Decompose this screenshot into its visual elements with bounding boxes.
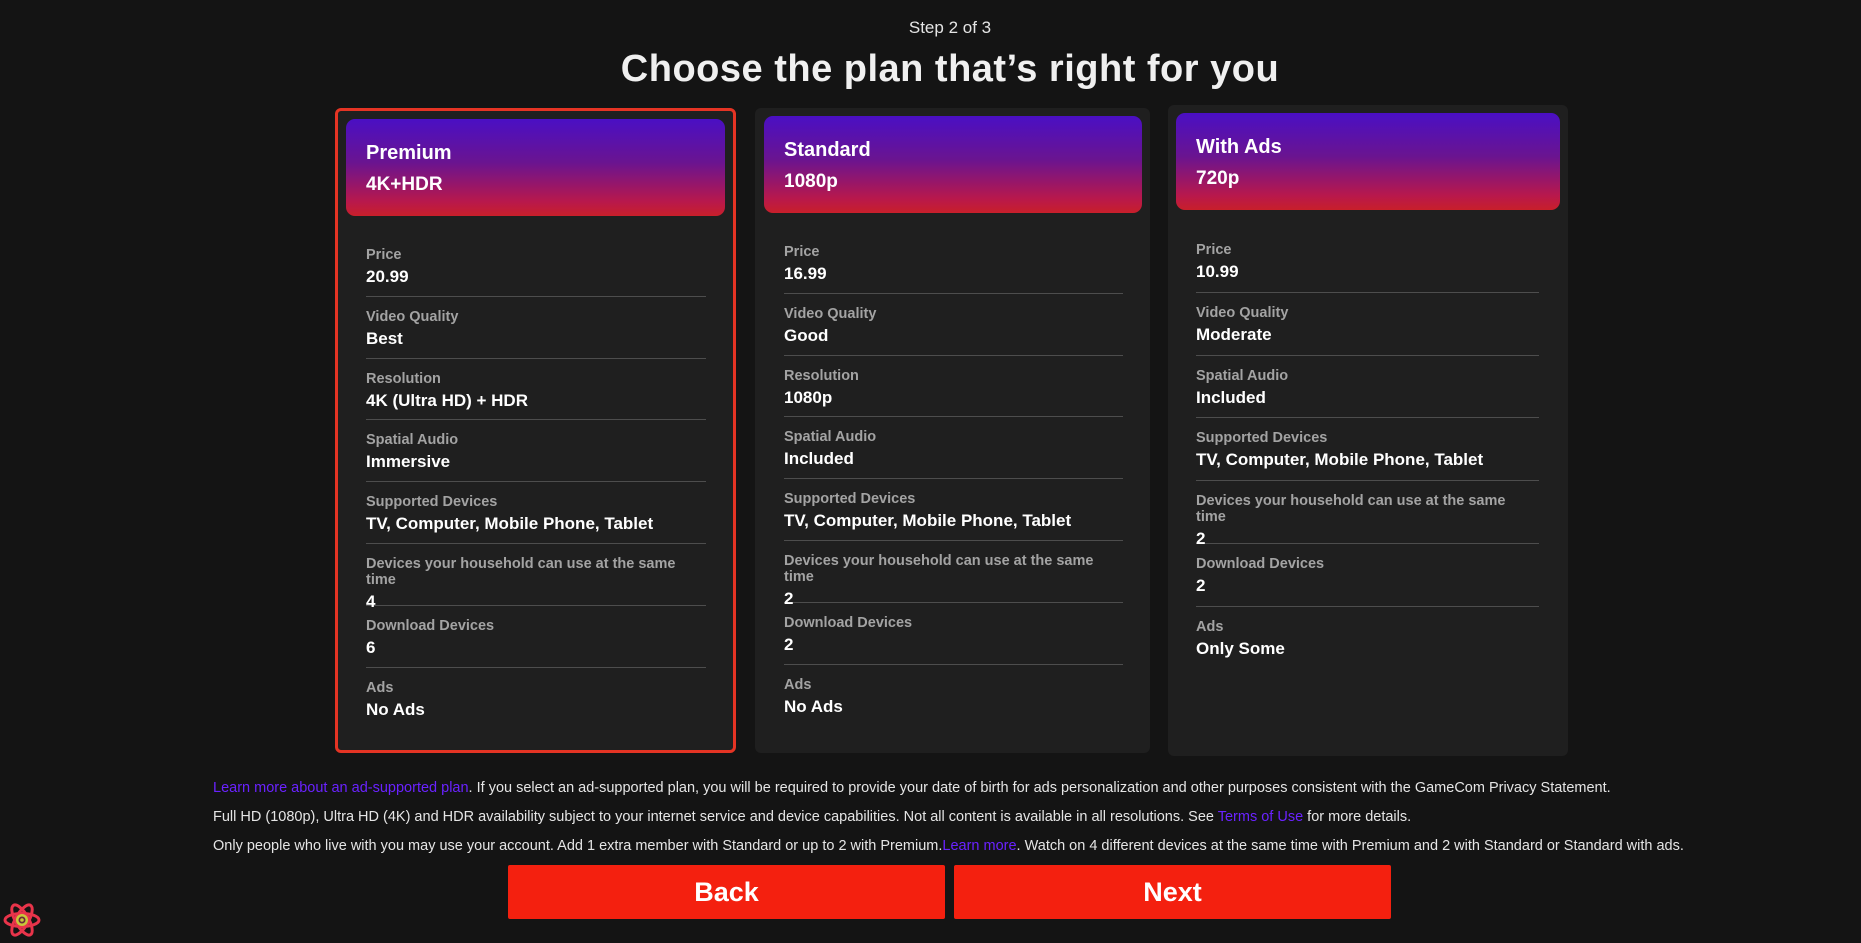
footer-text: . If you select an ad-supported plan, yo… [468, 780, 1611, 796]
detail-value: TV, Computer, Mobile Phone, Tablet [1196, 450, 1484, 470]
detail-label: Video Quality [1196, 304, 1289, 321]
detail-row: Devices your household can use at the sa… [366, 544, 706, 611]
detail-row: Spatial Audio Included [784, 417, 1123, 480]
plan-details-premium: Price 20.99 Video Quality Best Resolution 4… [366, 235, 706, 729]
detail-value: 2 [784, 634, 794, 654]
plan-header-standard[interactable]: Standard 1080p [764, 116, 1142, 213]
detail-label: Video Quality [784, 305, 877, 322]
detail-row: Price 16.99 [784, 232, 1123, 294]
footer-text: for more details. [1303, 809, 1412, 825]
detail-value: Only Some [1196, 638, 1285, 658]
detail-row: Ads No Ads [366, 668, 706, 730]
detail-label: Spatial Audio [366, 432, 459, 449]
detail-label: Supported Devices [784, 491, 916, 508]
footer-text: Full HD (1080p), Ultra HD (4K) and HDR a… [213, 809, 1218, 825]
detail-row: Supported Devices TV, Computer, Mobile Ph… [1196, 418, 1539, 482]
detail-label: Devices your household can use at the sa… [366, 555, 676, 588]
members-learn-more-link[interactable]: Learn more [942, 838, 1016, 854]
detail-row: Ads No Ads [784, 665, 1123, 727]
detail-label: Download Devices [1196, 555, 1325, 572]
detail-label: Download Devices [784, 614, 913, 631]
plan-name: Premium [366, 142, 452, 164]
detail-label: Spatial Audio [784, 429, 877, 446]
footer-line-resolution: Full HD (1080p), Ultra HD (4K) and HDR a… [213, 809, 1411, 825]
detail-row: Spatial Audio Immersive [366, 420, 706, 483]
plan-details-standard: Price 16.99 Video Quality Good Resolution 1… [784, 232, 1123, 726]
detail-row: Supported Devices TV, Computer, Mobile Ph… [784, 479, 1123, 541]
detail-row: Ads Only Some [1196, 607, 1539, 670]
detail-value: 6 [366, 637, 376, 657]
detail-label: Supported Devices [1196, 430, 1328, 447]
detail-row: Price 20.99 [366, 235, 706, 297]
detail-row: Resolution 1080p [784, 356, 1123, 418]
plan-name: Standard [784, 139, 871, 161]
plan-header-with-ads[interactable]: With Ads 720p [1176, 113, 1560, 210]
detail-label: Supported Devices [366, 494, 498, 511]
detail-value: Included [784, 449, 854, 469]
detail-row: Download Devices 2 [1196, 544, 1539, 607]
detail-row: Download Devices 6 [366, 606, 706, 668]
terms-of-use-link[interactable]: Terms of Use [1218, 809, 1303, 825]
detail-label: Resolution [366, 370, 441, 387]
footer-text: . Watch on 4 different devices at the sa… [1016, 838, 1684, 854]
detail-value: No Ads [366, 699, 425, 719]
detail-value: Moderate [1196, 324, 1272, 344]
footer-line-ads: Learn more about an ad-supported plan. I… [213, 780, 1611, 796]
plan-resolution: 4K+HDR [366, 174, 443, 195]
back-button[interactable]: Back [508, 865, 945, 919]
detail-row: Price 10.99 [1196, 230, 1539, 293]
detail-value: Best [366, 328, 403, 348]
detail-value: TV, Computer, Mobile Phone, Tablet [366, 514, 654, 534]
detail-row: Devices your household can use at the sa… [784, 541, 1123, 608]
detail-value: 2 [1196, 575, 1206, 595]
detail-label: Download Devices [366, 617, 495, 634]
detail-label: Video Quality [366, 308, 459, 325]
detail-value: Immersive [366, 452, 451, 472]
page-title: Choose the plan that’s right for you [620, 48, 1280, 90]
detail-row: Video Quality Moderate [1196, 293, 1539, 356]
plan-resolution: 720p [1196, 168, 1240, 189]
detail-row: Resolution 4K (Ultra HD) + HDR [366, 359, 706, 421]
detail-value: Included [1196, 387, 1266, 407]
detail-row: Video Quality Good [784, 294, 1123, 356]
detail-label: Ads [366, 679, 394, 696]
react-atom-icon[interactable] [2, 902, 42, 938]
detail-value: 4K (Ultra HD) + HDR [366, 390, 528, 410]
detail-value: No Ads [784, 696, 843, 716]
detail-value: 10.99 [1196, 262, 1239, 281]
detail-label: Price [784, 244, 820, 260]
detail-row: Spatial Audio Included [1196, 356, 1539, 419]
step-indicator: Step 2 of 3 [908, 18, 992, 37]
detail-label: Devices your household can use at the sa… [784, 552, 1094, 585]
detail-value: 20.99 [366, 267, 409, 286]
detail-label: Ads [1196, 618, 1224, 635]
footer-line-members: Only people who live with you may use yo… [213, 838, 1684, 854]
detail-label: Devices your household can use at the sa… [1196, 493, 1506, 526]
detail-label: Price [1196, 242, 1232, 258]
plan-header-premium[interactable]: Premium 4K+HDR [346, 119, 725, 216]
next-button[interactable]: Next [954, 865, 1391, 919]
detail-row: Supported Devices TV, Computer, Mobile Ph… [366, 482, 706, 544]
ad-plan-learn-more-link[interactable]: Learn more about an ad-supported plan [213, 780, 469, 796]
detail-label: Resolution [784, 367, 859, 384]
detail-row: Devices your household can use at the sa… [1196, 481, 1539, 548]
detail-label: Spatial Audio [1196, 367, 1289, 384]
detail-label: Price [366, 247, 402, 263]
plan-name: With Ads [1196, 136, 1282, 158]
detail-row: Video Quality Best [366, 297, 706, 359]
detail-value: 16.99 [784, 264, 827, 283]
detail-value: 1080p [784, 387, 833, 407]
detail-value: TV, Computer, Mobile Phone, Tablet [784, 511, 1072, 531]
detail-label: Ads [784, 676, 812, 693]
footer-text: Only people who live with you may use yo… [213, 838, 943, 854]
plan-details-with-ads: Price 10.99 Video Quality Moderate Spatial… [1196, 230, 1539, 670]
detail-row: Download Devices 2 [784, 603, 1123, 665]
plan-resolution: 1080p [784, 171, 838, 192]
detail-value: Good [784, 325, 829, 345]
